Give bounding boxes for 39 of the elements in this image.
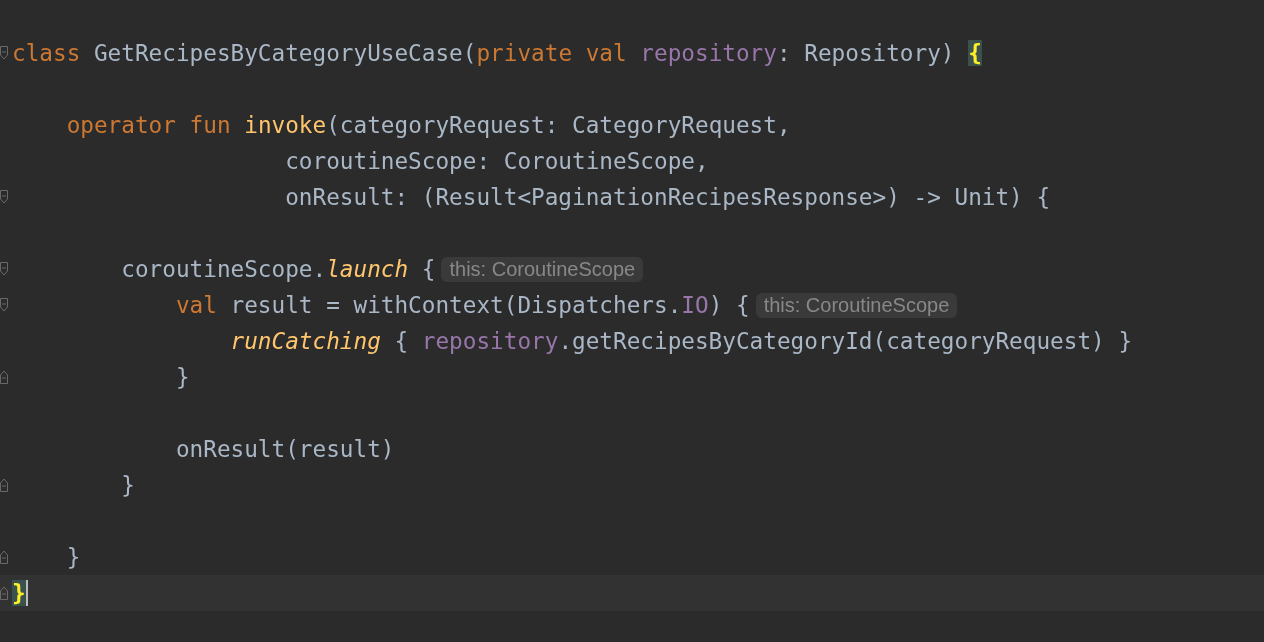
- text-caret: [25, 580, 28, 606]
- inlay-hint: this: CoroutineScope: [441, 256, 644, 282]
- code-text: result = withContext(Dispatchers.: [229, 292, 682, 318]
- fold-marker-icon[interactable]: [0, 550, 8, 564]
- keyword: private val: [476, 40, 628, 66]
- keyword: operator fun: [65, 112, 232, 138]
- code-text: : Repository): [776, 40, 956, 66]
- code-text: }: [174, 364, 190, 390]
- function-call: launch: [326, 256, 409, 282]
- fold-marker-icon[interactable]: [0, 262, 8, 276]
- keyword: class: [12, 40, 81, 66]
- fold-marker-icon[interactable]: [0, 298, 8, 312]
- code-text: }: [65, 544, 81, 570]
- code-text: ) {: [708, 292, 750, 318]
- code-text: (categoryRequest: CategoryRequest,: [326, 112, 791, 138]
- function-name: invoke: [244, 112, 327, 138]
- code-text: coroutineScope: CoroutineScope,: [284, 148, 709, 174]
- code-text: onResult: (Result<PaginationRecipesResponse>) -> Unit) {: [284, 184, 1051, 210]
- fold-marker-icon[interactable]: [0, 46, 8, 60]
- fold-marker-icon[interactable]: [0, 190, 8, 204]
- matched-brace: }: [12, 580, 26, 606]
- property-name: repository: [421, 328, 559, 354]
- property-name: IO: [681, 292, 709, 318]
- code-text: {: [393, 328, 410, 354]
- function-call: runCatching: [229, 328, 381, 354]
- code-text: coroutineScope.: [120, 256, 327, 282]
- keyword: val: [174, 292, 217, 318]
- code-text: onResult(result): [174, 436, 395, 462]
- fold-marker-icon[interactable]: [0, 478, 8, 492]
- code-editor[interactable]: [0, 0, 1264, 642]
- code-text: .getRecipesByCategoryId(categoryRequest) }: [558, 328, 1133, 354]
- fold-marker-icon[interactable]: [0, 370, 8, 384]
- property-name: repository: [640, 40, 777, 66]
- code-text: GetRecipesByCategoryUseCase(: [92, 40, 477, 66]
- fold-marker-icon[interactable]: [0, 586, 8, 600]
- matched-brace: {: [968, 40, 982, 66]
- code-text: {: [420, 256, 436, 282]
- code-text: }: [120, 472, 135, 498]
- inlay-hint: this: CoroutineScope: [755, 292, 958, 318]
